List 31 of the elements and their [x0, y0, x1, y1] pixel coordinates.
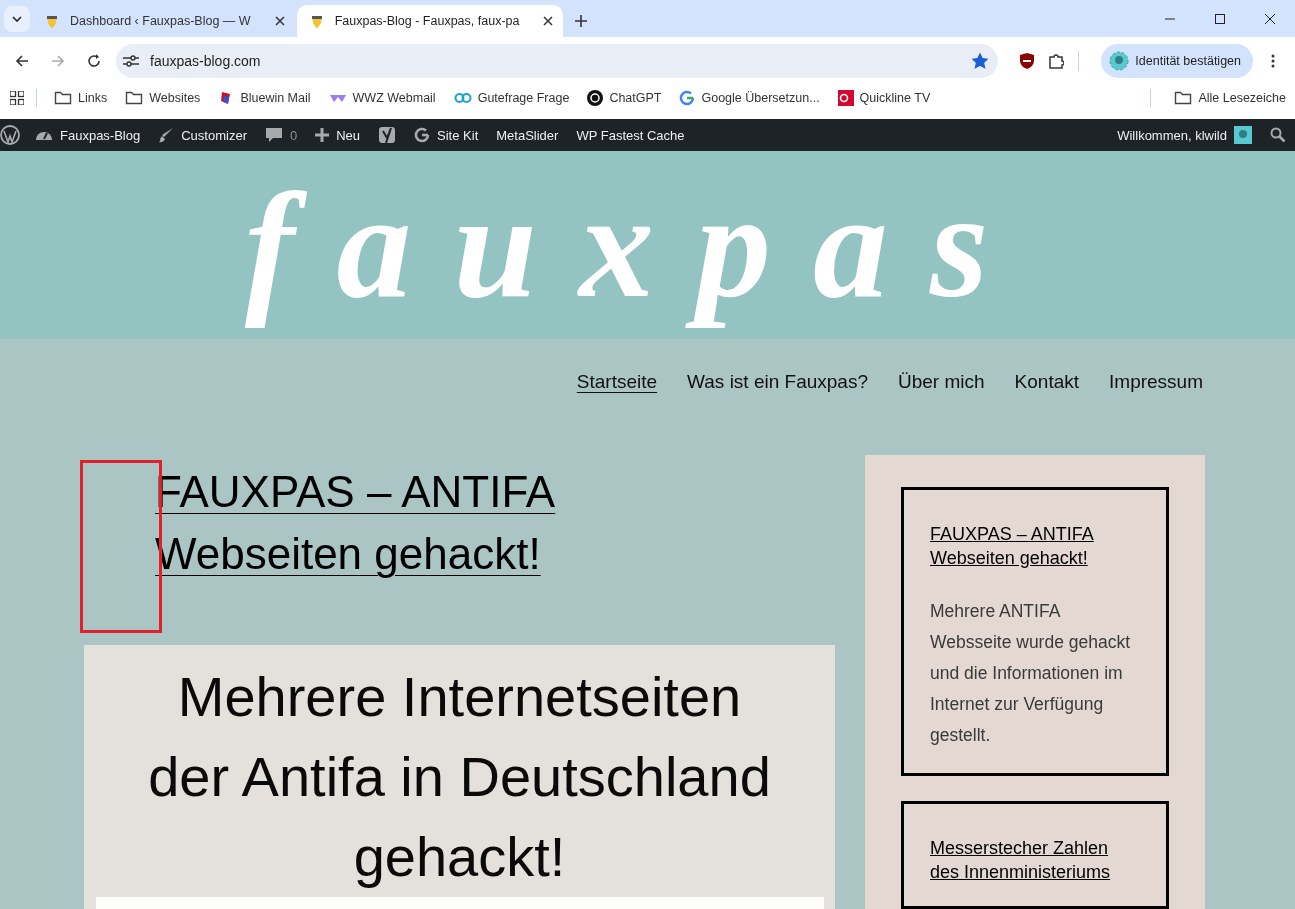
- browser-tab[interactable]: Dashboard ‹ Fauxpas-Blog — W: [32, 5, 295, 37]
- nav-link[interactable]: Impressum: [1109, 371, 1203, 397]
- bookmark-link[interactable]: Google Übersetzun...: [670, 90, 829, 106]
- address-bar[interactable]: fauxpas-blog.com: [116, 43, 999, 78]
- admin-bar-item[interactable]: Customizer: [149, 119, 256, 151]
- bookmark-link[interactable]: Bluewin Mail: [209, 90, 320, 106]
- admin-bar-item[interactable]: MetaSlider: [487, 119, 568, 151]
- nav-link[interactable]: Über mich: [898, 371, 985, 397]
- post-excerpt: Mehrere ANTIFA Websseite wurde gehackt und die Informationen im Internet zur Verfügung gestellt.: [930, 600, 1132, 747]
- nav-link[interactable]: Was ist ein Fauxpas?: [687, 371, 868, 397]
- nav-link[interactable]: Startseite: [576, 371, 658, 397]
- post-link[interactable]: Messerstecher Zahlen des Innenministeriums: [930, 836, 1140, 884]
- admin-bar-item[interactable]: Site Kit: [405, 119, 488, 151]
- bookmark-link[interactable]: Links: [45, 90, 117, 106]
- account-menu[interactable]: Willkommen, klwild: [1108, 119, 1261, 151]
- profile-button[interactable]: Identität bestätigen: [1101, 43, 1253, 78]
- bookmark-link[interactable]: Gutefrage Frage: [444, 91, 579, 105]
- bookmark-folder[interactable]: Alle Lesezeiche: [1165, 90, 1295, 106]
- bookmark-link[interactable]: ChatGPT: [578, 90, 671, 106]
- url-text: fauxpas-blog.com: [150, 52, 262, 69]
- image-headline: Mehrere Internetseiten der Antifa in Deutschland gehackt!: [147, 664, 772, 890]
- browser-tab[interactable]: Fauxpas-Blog - Fauxpas, faux-pa: [296, 5, 564, 37]
- admin-bar-item[interactable]: Fauxpas-Blog: [26, 119, 150, 151]
- admin-bar-item[interactable]: WP Fastest Cache: [567, 119, 694, 151]
- bookmark-link[interactable]: Quickline TV: [828, 90, 940, 106]
- comments-button[interactable]: 0: [255, 119, 307, 151]
- bookmark-link[interactable]: Websites: [116, 90, 210, 106]
- admin-bar-item[interactable]: Neu: [306, 119, 370, 151]
- bookmark-link[interactable]: WWZ Webmail: [319, 91, 445, 105]
- post-link[interactable]: FAUXPAS – ANTIFA Webseiten gehackt!: [930, 522, 1140, 570]
- nav-link[interactable]: Kontakt: [1014, 371, 1080, 397]
